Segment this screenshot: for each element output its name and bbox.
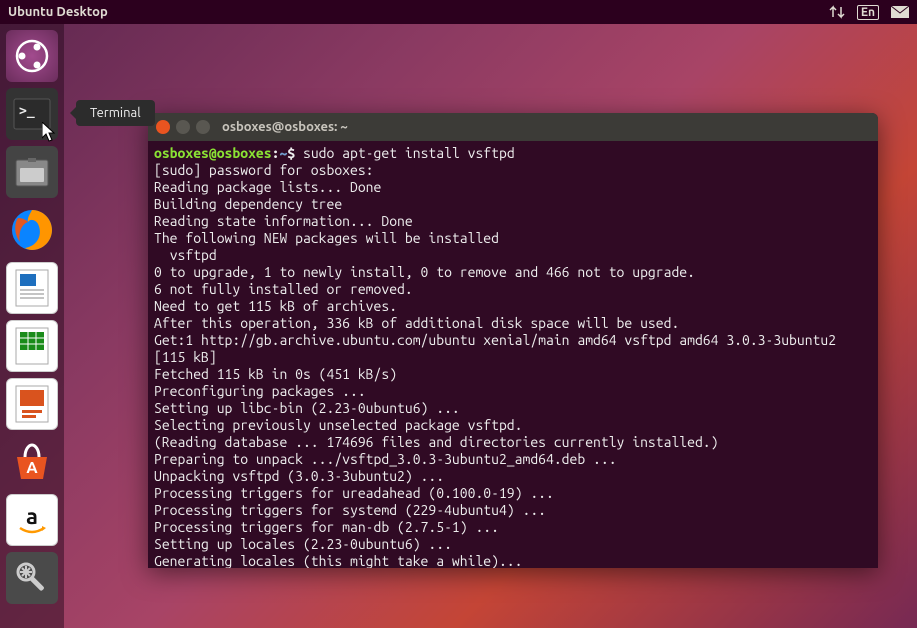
svg-text:A: A <box>26 459 38 477</box>
terminal-output-line: Fetched 115 kB in 0s (451 kB/s) <box>154 366 872 383</box>
launcher-files[interactable] <box>6 146 58 198</box>
launcher-libreoffice-writer[interactable] <box>6 262 58 314</box>
top-bar-indicators: En <box>829 5 909 20</box>
terminal-output-line: Processing triggers for systemd (229-4ub… <box>154 502 872 519</box>
terminal-output-line: After this operation, 336 kB of addition… <box>154 315 872 332</box>
launcher: >_ A a <box>0 24 64 628</box>
network-icon[interactable] <box>829 5 845 19</box>
mail-icon[interactable] <box>891 6 909 18</box>
launcher-system-settings[interactable] <box>6 552 58 604</box>
prompt-userhost: osboxes@osboxes <box>154 145 272 161</box>
terminal-output-line: Setting up libc-bin (2.23-0ubuntu6) ... <box>154 400 872 417</box>
terminal-output-line: Preconfiguring packages ... <box>154 383 872 400</box>
launcher-firefox[interactable] <box>6 204 58 256</box>
language-indicator[interactable]: En <box>857 5 879 20</box>
terminal-output-line: Reading package lists... Done <box>154 179 872 196</box>
launcher-ubuntu-software[interactable]: A <box>6 436 58 488</box>
tooltip-label: Terminal <box>90 106 141 120</box>
terminal-output-line: Preparing to unpack .../vsftpd_3.0.3-3ub… <box>154 451 872 468</box>
prompt-symbol: $ <box>287 145 295 161</box>
window-minimize-button[interactable] <box>176 120 190 134</box>
terminal-output: [sudo] password for osboxes:Reading pack… <box>154 162 872 568</box>
terminal-output-line: Reading state information... Done <box>154 213 872 230</box>
top-menu-bar: Ubuntu Desktop En <box>0 0 917 24</box>
terminal-output-line: (Reading database ... 174696 files and d… <box>154 434 872 451</box>
window-titlebar[interactable]: osboxes@osboxes: ~ <box>148 113 878 141</box>
terminal-output-line: The following NEW packages will be insta… <box>154 230 872 247</box>
launcher-libreoffice-calc[interactable] <box>6 320 58 372</box>
terminal-output-line: Setting up locales (2.23-0ubuntu6) ... <box>154 536 872 553</box>
terminal-output-line: vsftpd <box>154 247 872 264</box>
terminal-content[interactable]: osboxes@osboxes:~$ sudo apt-get install … <box>148 141 878 568</box>
window-close-button[interactable] <box>156 120 170 134</box>
terminal-output-line: Selecting previously unselected package … <box>154 417 872 434</box>
terminal-output-line: Get:1 http://gb.archive.ubuntu.com/ubunt… <box>154 332 872 366</box>
terminal-output-line: Processing triggers for man-db (2.7.5-1)… <box>154 519 872 536</box>
terminal-window[interactable]: osboxes@osboxes: ~ osboxes@osboxes:~$ su… <box>148 113 878 568</box>
mouse-cursor-icon <box>42 122 58 146</box>
terminal-command: sudo apt-get install vsftpd <box>295 145 515 161</box>
terminal-output-line: [sudo] password for osboxes: <box>154 162 872 179</box>
terminal-output-line: 0 to upgrade, 1 to newly install, 0 to r… <box>154 264 872 281</box>
terminal-output-line: Building dependency tree <box>154 196 872 213</box>
terminal-output-line: Unpacking vsftpd (3.0.3-3ubuntu2) ... <box>154 468 872 485</box>
window-title: osboxes@osboxes: ~ <box>222 120 348 134</box>
terminal-output-line: Generating locales (this might take a wh… <box>154 553 872 568</box>
terminal-output-line: Processing triggers for ureadahead (0.10… <box>154 485 872 502</box>
top-bar-title: Ubuntu Desktop <box>8 5 829 19</box>
svg-text:a: a <box>26 504 38 529</box>
terminal-output-line: Need to get 115 kB of archives. <box>154 298 872 315</box>
terminal-output-line: 6 not fully installed or removed. <box>154 281 872 298</box>
svg-text:>_: >_ <box>19 104 35 119</box>
launcher-tooltip: Terminal <box>76 100 155 126</box>
launcher-amazon[interactable]: a <box>6 494 58 546</box>
window-maximize-button[interactable] <box>196 120 210 134</box>
launcher-libreoffice-impress[interactable] <box>6 378 58 430</box>
launcher-ubuntu-dash[interactable] <box>6 30 58 82</box>
